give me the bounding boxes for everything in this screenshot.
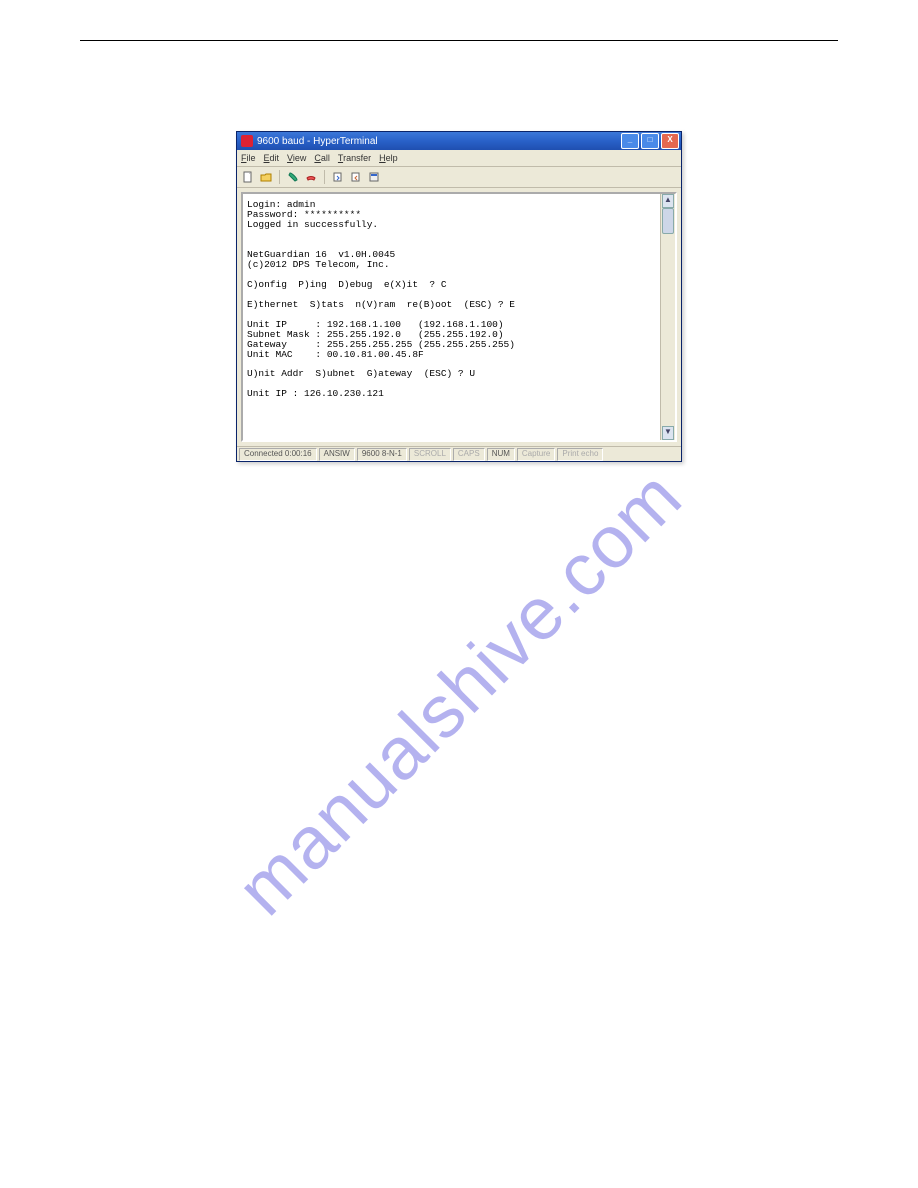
app-icon bbox=[241, 135, 253, 147]
menu-view[interactable]: View bbox=[287, 153, 306, 163]
status-num: NUM bbox=[487, 448, 515, 461]
separator bbox=[279, 170, 280, 184]
send-icon[interactable] bbox=[331, 170, 345, 184]
scroll-thumb[interactable] bbox=[662, 208, 674, 234]
status-caps: CAPS bbox=[453, 448, 485, 461]
maximize-button[interactable]: □ bbox=[641, 133, 659, 149]
status-baud: 9600 8-N-1 bbox=[357, 448, 407, 461]
titlebar[interactable]: 9600 baud - HyperTerminal _ □ X bbox=[237, 132, 681, 150]
new-doc-icon[interactable] bbox=[241, 170, 255, 184]
close-button[interactable]: X bbox=[661, 133, 679, 149]
status-connection: Connected 0:00:16 bbox=[239, 448, 317, 461]
scroll-up-arrow[interactable]: ▲ bbox=[662, 194, 674, 208]
status-scroll: SCROLL bbox=[409, 448, 451, 461]
toolbar bbox=[237, 167, 681, 188]
scroll-down-arrow[interactable]: ▼ bbox=[662, 426, 674, 440]
open-icon[interactable] bbox=[259, 170, 273, 184]
window-title: 9600 baud - HyperTerminal bbox=[257, 136, 621, 147]
properties-icon[interactable] bbox=[367, 170, 381, 184]
horizontal-rule bbox=[80, 40, 838, 41]
menu-edit[interactable]: Edit bbox=[264, 153, 280, 163]
statusbar: Connected 0:00:16 ANSIW 9600 8-N-1 SCROL… bbox=[237, 446, 681, 461]
watermark: manualshive.com bbox=[220, 454, 698, 932]
terminal-area[interactable]: Login: admin Password: ********** Logged… bbox=[241, 192, 677, 442]
menu-help[interactable]: Help bbox=[379, 153, 398, 163]
call-icon[interactable] bbox=[286, 170, 300, 184]
menu-transfer[interactable]: Transfer bbox=[338, 153, 371, 163]
status-capture: Capture bbox=[517, 448, 555, 461]
separator bbox=[324, 170, 325, 184]
menu-file[interactable]: File bbox=[241, 153, 256, 163]
menu-call[interactable]: Call bbox=[314, 153, 330, 163]
terminal-text: Login: admin Password: ********** Logged… bbox=[243, 194, 675, 405]
status-printecho: Print echo bbox=[557, 448, 603, 461]
hyperterminal-window: 9600 baud - HyperTerminal _ □ X File Edi… bbox=[236, 131, 682, 462]
status-emulation: ANSIW bbox=[319, 448, 355, 461]
hangup-icon[interactable] bbox=[304, 170, 318, 184]
minimize-button[interactable]: _ bbox=[621, 133, 639, 149]
menubar: File Edit View Call Transfer Help bbox=[237, 150, 681, 167]
vertical-scrollbar[interactable]: ▲ ▼ bbox=[660, 194, 675, 440]
receive-icon[interactable] bbox=[349, 170, 363, 184]
